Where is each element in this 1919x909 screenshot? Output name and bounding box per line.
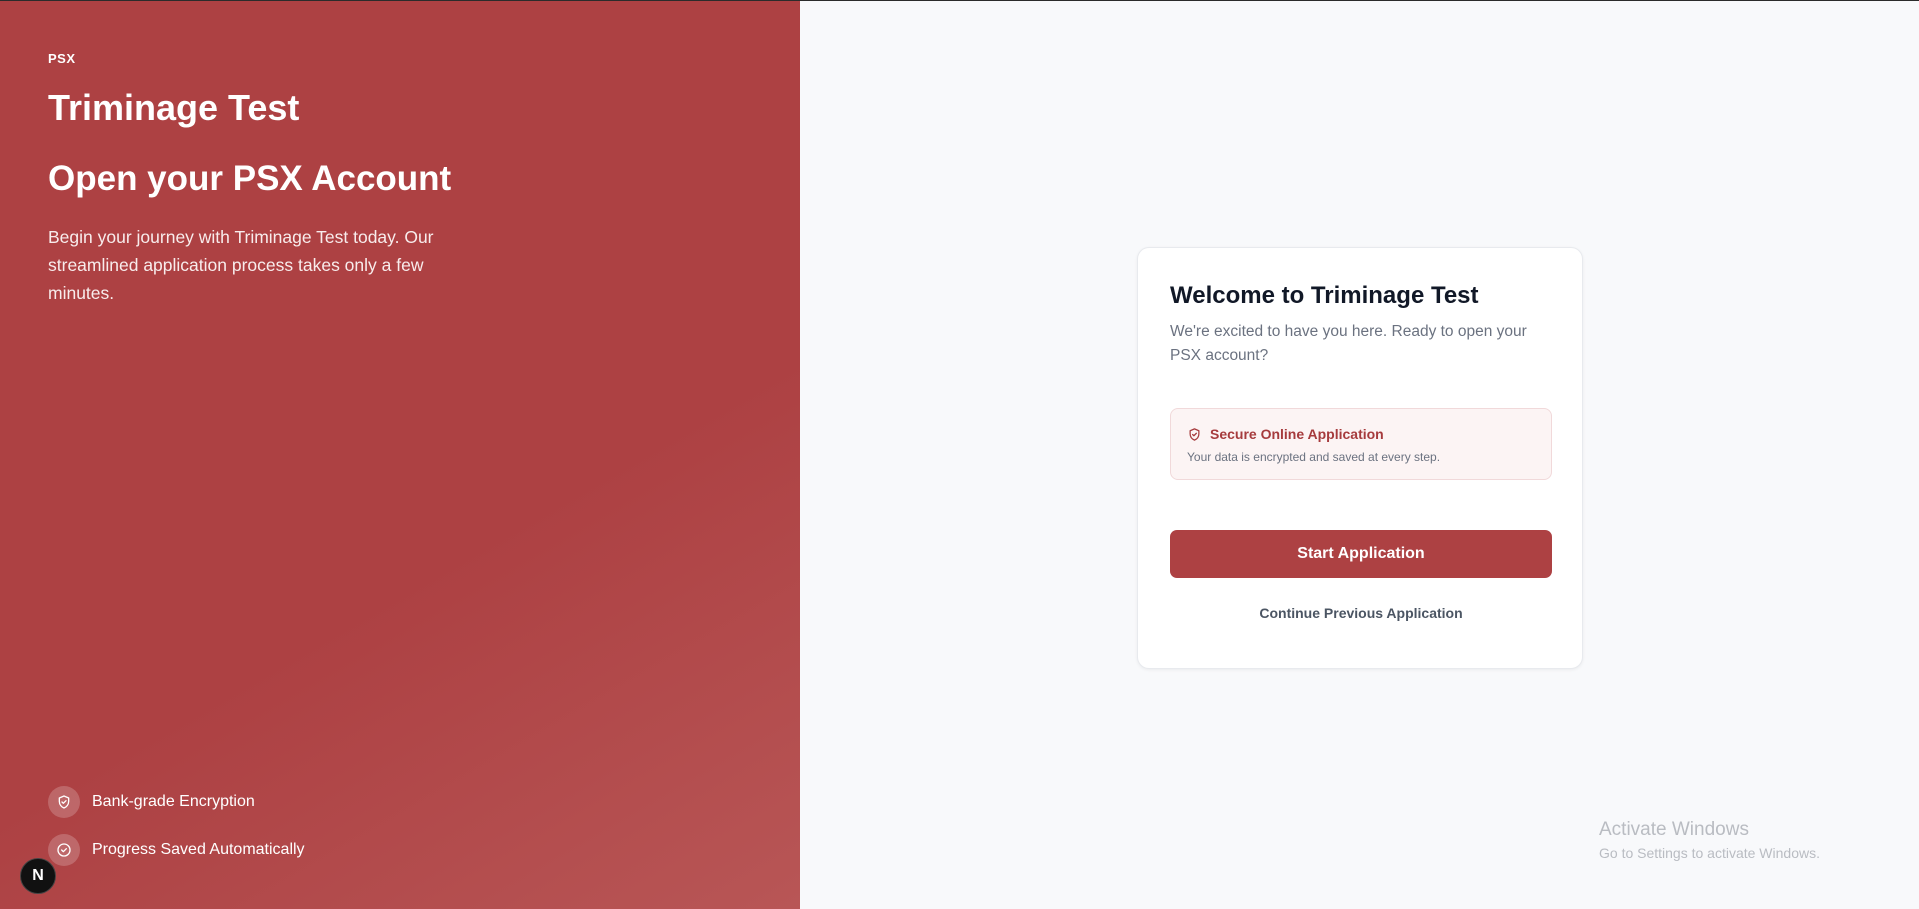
- feature-label: Progress Saved Automatically: [92, 841, 305, 858]
- shield-check-icon: [1187, 427, 1202, 442]
- windows-activation-watermark: Activate Windows Go to Settings to activ…: [1599, 819, 1820, 861]
- brand-label: PSX: [48, 51, 76, 66]
- hero-intro-text: Begin your journey with Triminage Test t…: [48, 227, 434, 303]
- watermark-subtitle: Go to Settings to activate Windows.: [1599, 845, 1820, 861]
- feature-progress-saved: Progress Saved Automatically: [48, 834, 305, 866]
- left-hero-panel: PSX Triminage Test Open your PSX Account…: [0, 1, 800, 909]
- watermark-title: Activate Windows: [1599, 819, 1749, 840]
- secure-notice-text: Your data is encrypted and saved at ever…: [1187, 450, 1441, 464]
- hero-headline: Open your PSX Account: [48, 159, 452, 198]
- card-title: Welcome to Triminage Test: [1170, 282, 1479, 309]
- company-name: Triminage Test: [48, 87, 300, 128]
- feature-label: Bank-grade Encryption: [92, 793, 255, 810]
- continue-previous-application-link[interactable]: Continue Previous Application: [1170, 605, 1552, 621]
- card-subtitle: We're excited to have you here. Ready to…: [1170, 323, 1527, 364]
- welcome-card: Welcome to Triminage Test We're excited …: [1137, 247, 1583, 669]
- secure-application-notice: Secure Online Application Your data is e…: [1170, 408, 1552, 480]
- shield-check-icon: [48, 786, 80, 818]
- start-application-button[interactable]: Start Application: [1170, 530, 1552, 578]
- dev-tools-badge[interactable]: N: [20, 858, 56, 894]
- feature-bank-grade-encryption: Bank-grade Encryption: [48, 786, 255, 818]
- check-circle-icon: [48, 834, 80, 866]
- secure-notice-title: Secure Online Application: [1210, 426, 1384, 442]
